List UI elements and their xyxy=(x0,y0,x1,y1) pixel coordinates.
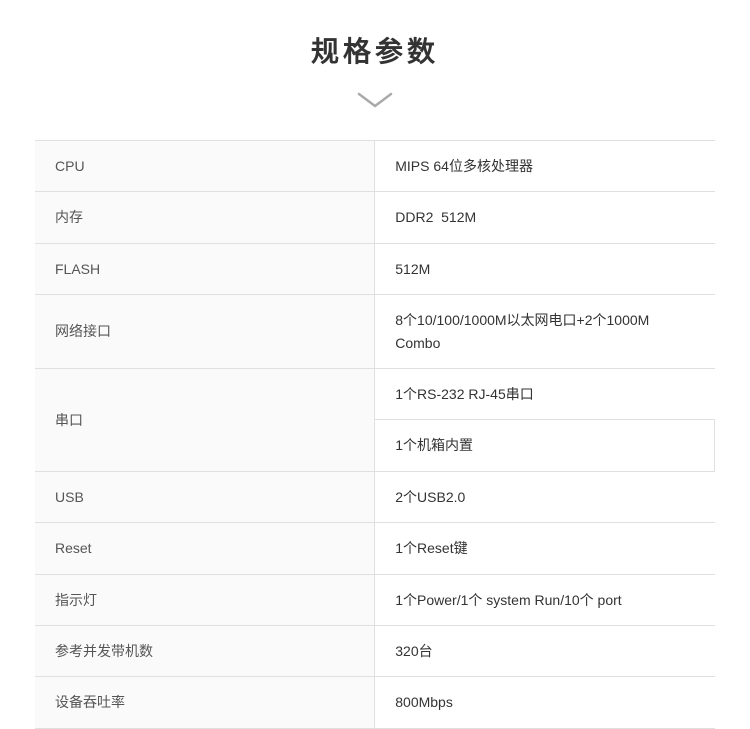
table-row: Reset 1个Reset键 xyxy=(35,523,715,574)
spec-value: 1个Reset键 xyxy=(375,523,715,574)
spec-label: FLASH xyxy=(35,243,375,294)
table-row: 设备吞吐率 800Mbps xyxy=(35,677,715,728)
page-title: 规格参数 xyxy=(311,30,439,70)
spec-label: 串口 xyxy=(35,368,375,471)
page-container: 规格参数 CPU MIPS 64位多核处理器 内存 DDR2 512M FLAS… xyxy=(0,0,750,600)
spec-label: CPU xyxy=(35,141,375,192)
spec-value: 320台 xyxy=(375,625,715,676)
spec-label: 设备吞吐率 xyxy=(35,677,375,728)
table-row-serial: 串口 1个RS-232 RJ-45串口 xyxy=(35,368,715,419)
spec-label: 参考并发带机数 xyxy=(35,625,375,676)
spec-value: 8个10/100/1000M以太网电口+2个1000M Combo xyxy=(375,295,715,369)
spec-label: 内存 xyxy=(35,192,375,243)
table-row: 内存 DDR2 512M xyxy=(35,192,715,243)
spec-value: 512M xyxy=(375,243,715,294)
table-row: 网络接口 8个10/100/1000M以太网电口+2个1000M Combo xyxy=(35,295,715,369)
spec-value: 1个RS-232 RJ-45串口 xyxy=(375,368,715,419)
spec-value: 1个机箱内置 xyxy=(375,420,715,471)
chevron-down-icon xyxy=(355,90,395,110)
spec-value: 800Mbps xyxy=(375,677,715,728)
spec-value: 2个USB2.0 xyxy=(375,471,715,522)
spec-value: DDR2 512M xyxy=(375,192,715,243)
specs-table: CPU MIPS 64位多核处理器 内存 DDR2 512M FLASH 512… xyxy=(35,140,715,729)
spec-label: 网络接口 xyxy=(35,295,375,369)
table-row: CPU MIPS 64位多核处理器 xyxy=(35,141,715,192)
table-row: FLASH 512M xyxy=(35,243,715,294)
table-row: USB 2个USB2.0 xyxy=(35,471,715,522)
spec-label: USB xyxy=(35,471,375,522)
table-row: 参考并发带机数 320台 xyxy=(35,625,715,676)
spec-value: MIPS 64位多核处理器 xyxy=(375,141,715,192)
spec-label: Reset xyxy=(35,523,375,574)
